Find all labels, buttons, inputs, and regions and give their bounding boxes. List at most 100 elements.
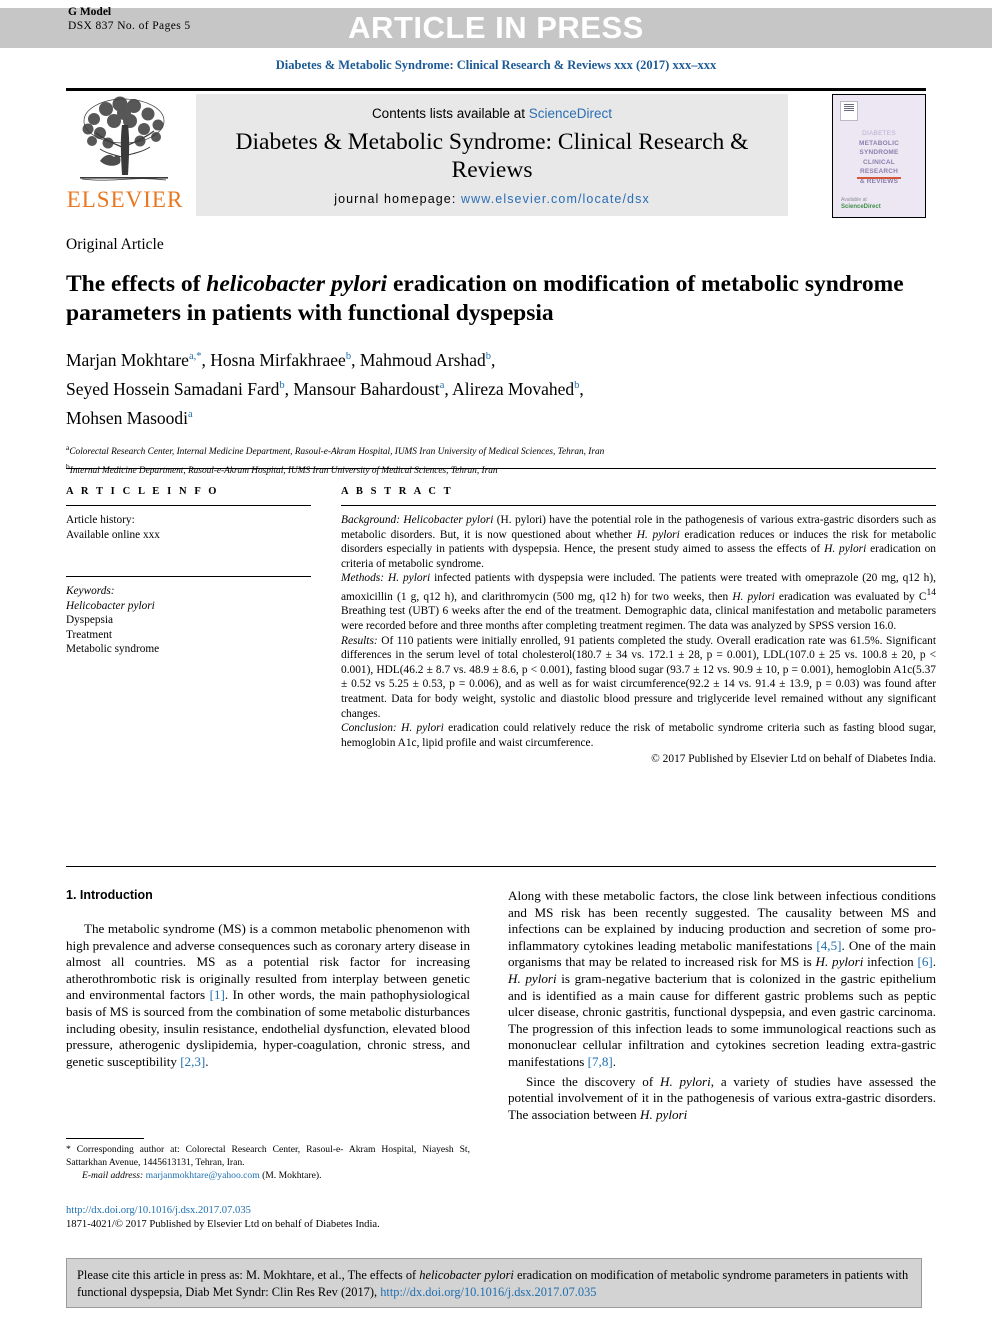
footnotes-block: * Corresponding author at: Colorectal Re… xyxy=(66,1138,470,1182)
author-affil-marker: a xyxy=(188,408,193,420)
author-name: , Hosna Mirfakhraee xyxy=(201,349,346,370)
abstract-copyright: © 2017 Published by Elsevier Ltd on beha… xyxy=(651,753,936,766)
abstract-background-species: Helicobacter pylori xyxy=(400,514,494,526)
author-name: Seyed Hossein Samadani Fard xyxy=(66,378,280,399)
cite-part-1: Please cite this article in press as: M.… xyxy=(77,1268,420,1282)
abstract-species: H. pylori xyxy=(384,572,431,585)
citation-ref[interactable]: [4,5] xyxy=(816,938,841,953)
journal-cover-thumbnail: DIABETES METABOLIC SYNDROME CLINICAL RES… xyxy=(832,94,926,218)
cover-accent-rule xyxy=(857,177,901,179)
contents-lists-line: Contents lists available at ScienceDirec… xyxy=(196,106,788,121)
cover-line-1: DIABETES xyxy=(862,130,896,137)
cite-text: Please cite this article in press as: M.… xyxy=(77,1267,911,1300)
species-italic: H. pylori xyxy=(508,970,557,986)
abstract-rule xyxy=(341,505,936,506)
page-title: The effects of helicobacter pylori eradi… xyxy=(66,270,936,328)
abstract-isotope-superscript: 14 xyxy=(926,587,937,598)
keyword-item: Dyspepsia xyxy=(66,614,114,626)
elsevier-logo: ELSEVIER xyxy=(66,95,184,217)
title-italic-species: helicobacter pylori xyxy=(206,271,388,297)
issn-copyright-line: 1871-4021/© 2017 Published by Elsevier L… xyxy=(66,1218,380,1230)
title-part-1: The effects of xyxy=(66,271,207,297)
email-address-link[interactable]: marjanmokhtare@yahoo.com xyxy=(143,1170,260,1181)
intro-text: Since the discovery of xyxy=(526,1073,660,1089)
sciencedirect-link[interactable]: ScienceDirect xyxy=(529,106,612,121)
citation-ref[interactable]: [2,3] xyxy=(180,1054,205,1069)
journal-masthead: ELSEVIER Contents lists available at Sci… xyxy=(66,88,926,223)
cover-line-2: METABOLIC xyxy=(859,139,899,147)
abstract-background: Background: Helicobacter pylori (H. pylo… xyxy=(341,513,936,571)
intro-text: . xyxy=(205,1053,209,1069)
cite-doi-link[interactable]: http://dx.doi.org/10.1016/j.dsx.2017.07.… xyxy=(380,1285,596,1299)
author-name: , Mahmoud Arshad xyxy=(351,349,486,370)
intro-text: is gram-negative bacterium that is colon… xyxy=(508,970,937,1069)
abstract-conclusion: Conclusion: H. pylori eradication could … xyxy=(341,721,936,750)
keyword-item: Helicobacter pylori xyxy=(66,599,155,612)
author-name: , Alireza Movahed xyxy=(444,378,575,399)
journal-running-head: Diabetes & Metabolic Syndrome: Clinical … xyxy=(275,58,717,72)
citation-ref[interactable]: [6] xyxy=(917,954,932,969)
abstract-species: H. pylori xyxy=(396,722,444,735)
abstract-species: H. pylori xyxy=(732,590,775,603)
cover-badge-icon xyxy=(840,101,858,121)
abstract-results: Results: Of 110 patients were initially … xyxy=(341,634,936,722)
abstract-background-label: Background: xyxy=(341,514,401,526)
footnote-divider xyxy=(66,1138,144,1139)
cover-footer-brand: ScienceDirect xyxy=(841,204,881,210)
article-history-label: Article history: xyxy=(66,514,135,526)
g-model-label: G Model xyxy=(68,6,112,18)
citation-ref[interactable]: [7,8] xyxy=(588,1054,613,1069)
abstract-results-label: Results: xyxy=(341,634,378,647)
author-name: , Mansour Bahardoust xyxy=(284,378,440,399)
email-label: E-mail address: xyxy=(82,1169,144,1181)
author-line-1: Marjan Mokhtarea,*, Hosna Mirfakhraee b, … xyxy=(66,349,496,370)
homepage-label: journal homepage: xyxy=(334,192,462,206)
abstract-body: Background: Helicobacter pylori (H. pylo… xyxy=(341,513,936,767)
doi-block: http://dx.doi.org/10.1016/j.dsx.2017.07.… xyxy=(66,1204,506,1231)
article-info-column: A R T I C L E I N F O Article history: A… xyxy=(66,486,311,657)
abstract-results-text: Of 110 patients were initially enrolled,… xyxy=(341,634,936,720)
abstract-conclusion-label: Conclusion: xyxy=(341,722,397,735)
elsevier-wordmark: ELSEVIER xyxy=(66,187,184,212)
article-info-rule xyxy=(66,505,311,506)
keywords-label: Keywords: xyxy=(66,585,115,597)
introduction-paragraph-2: Along with these metabolic factors, the … xyxy=(508,888,936,1071)
keyword-item: Treatment xyxy=(66,628,113,641)
citation-ref[interactable]: [1] xyxy=(210,987,225,1002)
elsevier-tree-icon xyxy=(80,96,168,181)
abstract-species: H. pylori xyxy=(824,543,867,556)
keywords-rule xyxy=(66,576,311,577)
journal-homepage-line: journal homepage: www.elsevier.com/locat… xyxy=(196,192,788,206)
corresponding-author-note: * Corresponding author at: Colorectal Re… xyxy=(66,1144,470,1182)
doi-link[interactable]: http://dx.doi.org/10.1016/j.dsx.2017.07.… xyxy=(66,1204,506,1218)
g-model-block: G Model DSX 837 No. of Pages 5 xyxy=(68,6,191,33)
journal-title: Diabetes & Metabolic Syndrome: Clinical … xyxy=(235,129,749,183)
cover-footer: Available at ScienceDirect xyxy=(841,197,881,211)
affiliation-text: Colorectal Research Center, Internal Med… xyxy=(69,447,605,458)
homepage-url-link[interactable]: www.elsevier.com/locate/dsx xyxy=(461,192,650,206)
author-name: Marjan Mokhtare xyxy=(66,349,189,370)
cite-italic-species: helicobacter pylori xyxy=(419,1268,514,1282)
cover-line-3: SYNDROME xyxy=(859,149,899,156)
article-history-value: Available online xxx xyxy=(66,528,160,541)
contents-prefix: Contents lists available at xyxy=(371,106,529,121)
article-type-label: Original Article xyxy=(66,236,164,253)
email-suffix: (M. Mokhtare). xyxy=(259,1169,322,1181)
abstract-heading: A B S T R A C T xyxy=(341,486,454,497)
abstract-column: A B S T R A C T Background: Helicobacter… xyxy=(341,486,936,767)
email-note: E-mail address: marjanmokhtare@yahoo.com… xyxy=(66,1170,470,1183)
intro-text: . xyxy=(612,1053,617,1069)
abstract-methods-label: Methods: xyxy=(341,572,385,585)
intro-text: infection xyxy=(863,954,918,970)
affiliations: aColorectal Research Center, Internal Me… xyxy=(66,441,936,477)
abstract-methods: Methods: H. pylori infected patients wit… xyxy=(341,571,936,633)
author-name: Mohsen Masoodi xyxy=(66,407,189,428)
affiliation-a: aColorectal Research Center, Internal Me… xyxy=(66,441,936,459)
abstract-species: H. pylori xyxy=(636,528,680,541)
intro-text: . xyxy=(932,954,937,970)
species-italic: H. pylori xyxy=(815,954,864,970)
introduction-heading: 1. Introduction xyxy=(66,888,153,902)
cover-footer-label: Available at xyxy=(841,197,867,203)
author-line-2: Seyed Hossein Samadani Fard b , Mansour Ba… xyxy=(66,378,584,399)
author-affil-marker: a,* xyxy=(188,351,202,362)
